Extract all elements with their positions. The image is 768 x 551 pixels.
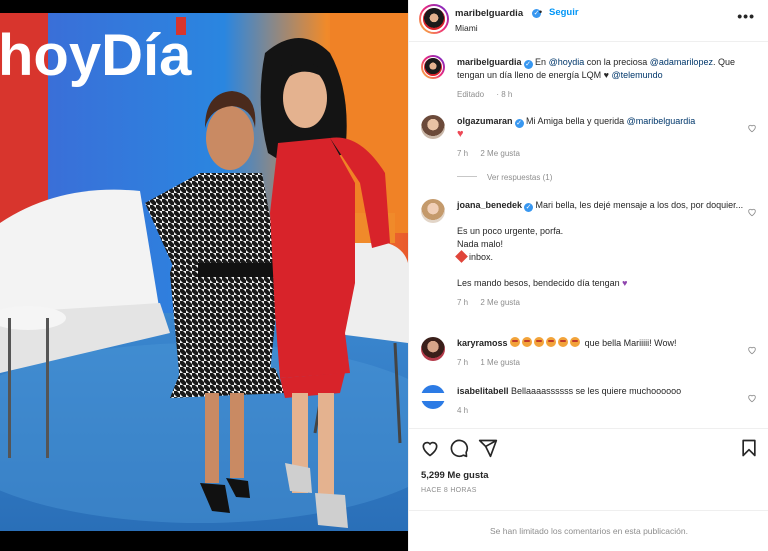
comment-text-line3: Nada malo! xyxy=(457,239,504,249)
emoji-icon xyxy=(546,337,557,347)
emoji-icon xyxy=(558,337,569,347)
like-comment-heart-icon[interactable] xyxy=(747,345,757,355)
like-comment-heart-icon[interactable] xyxy=(747,393,757,403)
emoji-icon xyxy=(534,337,545,347)
comment-text: Bellaaaassssss se les quiere muchoooooo xyxy=(511,386,682,396)
comment-likes[interactable]: 1 Me gusta xyxy=(480,358,520,367)
post-photo[interactable]: hoyDía xyxy=(0,0,408,551)
comments-footer: Se han limitado los comentarios en esta … xyxy=(409,510,768,551)
comment-meta: 7 h 1 Me gusta xyxy=(457,356,747,369)
like-comment-heart-icon[interactable] xyxy=(747,207,757,217)
caption-meta: Editado · 8 h xyxy=(457,88,747,101)
comment-likes[interactable]: 2 Me gusta xyxy=(480,298,520,307)
comment-time: 7 h xyxy=(457,298,469,307)
commenter-avatar[interactable] xyxy=(421,199,445,223)
comment-username[interactable]: isabelitabell xyxy=(457,386,509,396)
emoji-icon xyxy=(522,337,533,347)
comment-text: Mi Amiga bella y querida xyxy=(526,116,627,126)
commenter-avatar[interactable] xyxy=(421,337,445,361)
replies-line xyxy=(457,176,477,177)
emoji-icon xyxy=(510,337,521,347)
edited-label: Editado · 8 h xyxy=(457,90,513,99)
emoji-icon xyxy=(570,337,581,347)
mention-adamarilopez[interactable]: @adamarilopez xyxy=(650,57,713,67)
comment-text: que bella Mariiiii! Wow! xyxy=(584,338,677,348)
post-side-panel: maribelguardia ✓ • Seguir Miami ••• mari… xyxy=(408,0,768,551)
instagram-post-window: hoyDía maribelguardia ✓ • Seguir Miami •… xyxy=(0,0,768,551)
comment-text-line2: Es un poco urgente, porfa. xyxy=(457,226,564,236)
comment-time: 7 h xyxy=(457,149,469,158)
share-icon[interactable] xyxy=(478,438,498,458)
post-location[interactable]: Miami xyxy=(455,23,478,33)
comment-text-line1: Mari bella, les dejé mensaje a los dos, … xyxy=(535,200,744,210)
pushpin-emoji xyxy=(455,250,468,263)
follow-button[interactable]: Seguir xyxy=(549,7,579,18)
verified-icon: ✓ xyxy=(514,119,524,128)
comment-username[interactable]: joana_benedek xyxy=(457,200,522,210)
comments-limited-notice: Se han limitado los comentarios en esta … xyxy=(490,526,688,536)
action-bar: 5,299 Me gusta HACE 8 HORAS xyxy=(409,428,768,510)
mention-maribelguardia[interactable]: @maribelguardia xyxy=(627,116,696,126)
author-username[interactable]: maribelguardia xyxy=(455,8,523,19)
separator-dot: • xyxy=(539,7,543,17)
commenter-avatar[interactable] xyxy=(421,385,445,409)
comment-username[interactable]: olgazumaran xyxy=(457,116,513,126)
mention-telemundo[interactable]: @telemundo xyxy=(611,70,662,80)
commenter-avatar[interactable] xyxy=(421,115,445,139)
view-replies-button[interactable]: Ver respuestas (1) xyxy=(457,173,552,182)
caption-username[interactable]: maribelguardia xyxy=(457,57,522,67)
post-header: maribelguardia ✓ • Seguir Miami ••• xyxy=(409,0,768,42)
post-timestamp[interactable]: HACE 8 HORAS xyxy=(421,487,477,494)
comment-likes[interactable]: 2 Me gusta xyxy=(480,149,520,158)
heart-emoji: ♥ xyxy=(457,128,464,140)
comment-meta: 7 h 2 Me gusta xyxy=(457,296,747,309)
comments-list: maribelguardia ✓ En @hoydia con la precio… xyxy=(409,43,768,428)
more-options-button[interactable]: ••• xyxy=(737,8,755,24)
comment-time: 7 h xyxy=(457,358,469,367)
caption-avatar[interactable] xyxy=(421,55,445,79)
comment-text-line4: inbox. xyxy=(469,252,494,262)
author-avatar[interactable] xyxy=(419,4,449,34)
comment-username[interactable]: karyramoss xyxy=(457,338,508,348)
comment-icon[interactable] xyxy=(449,438,469,458)
like-comment-heart-icon[interactable] xyxy=(747,123,757,133)
verified-icon: ✓ xyxy=(523,60,533,69)
comment-time: 4 h xyxy=(457,406,469,415)
comment-meta: 4 h xyxy=(457,404,747,417)
caption-text-1: En xyxy=(535,57,549,67)
likes-count[interactable]: 5,299 Me gusta xyxy=(421,470,489,481)
mention-hoydia[interactable]: @hoydia xyxy=(549,57,585,67)
comment-meta: 7 h 2 Me gusta xyxy=(457,147,747,160)
bookmark-icon[interactable] xyxy=(739,438,759,458)
comment-text-line5: Les mando besos, bendecido día tengan xyxy=(457,278,620,288)
studio-sign: hoyDía xyxy=(0,23,192,88)
heart-icon[interactable] xyxy=(420,438,440,458)
caption-text-2: con la preciosa xyxy=(584,57,650,67)
verified-icon: ✓ xyxy=(524,203,534,212)
heart-emoji: ♥ xyxy=(603,70,609,80)
purple-heart-emoji: ♥ xyxy=(622,278,628,288)
